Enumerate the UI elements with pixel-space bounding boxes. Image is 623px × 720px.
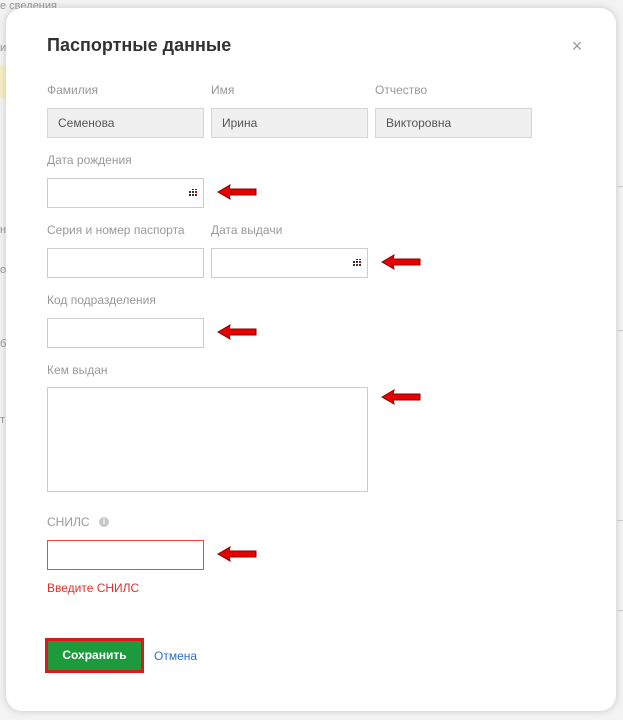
snils-error-message: Введите СНИЛС <box>47 581 140 595</box>
birth-date-label: Дата рождения <box>47 153 132 167</box>
issue-date-label: Дата выдачи <box>211 223 283 237</box>
snils-label: СНИЛС <box>47 515 90 529</box>
background-divider <box>617 330 623 331</box>
calendar-icon[interactable] <box>353 259 361 267</box>
pointer-arrow-icon <box>381 253 421 271</box>
patronymic-label: Отчество <box>375 83 428 97</box>
division-code-field[interactable] <box>47 318 204 348</box>
patronymic-field[interactable]: Викторовна <box>375 108 532 138</box>
issued-by-textarea[interactable] <box>47 387 368 492</box>
last-name-field[interactable]: Семенова <box>47 108 204 138</box>
cancel-link[interactable]: Отмена <box>154 649 197 663</box>
issue-date-field[interactable] <box>211 248 368 278</box>
snils-field[interactable] <box>47 540 204 570</box>
pointer-arrow-icon <box>217 323 257 341</box>
issued-by-label: Кем выдан <box>47 363 108 377</box>
birth-date-field[interactable] <box>47 178 204 208</box>
save-button-label: Сохранить <box>48 641 141 670</box>
passport-number-field[interactable] <box>47 248 204 278</box>
background-divider <box>617 186 623 187</box>
pointer-arrow-icon <box>217 183 257 201</box>
first-name-label: Имя <box>211 83 235 97</box>
first-name-field[interactable]: Ирина <box>211 108 368 138</box>
division-code-label: Код подразделения <box>47 293 156 307</box>
help-icon[interactable]: i <box>99 517 109 527</box>
background-text: т <box>0 414 6 426</box>
pointer-arrow-icon <box>217 545 257 563</box>
close-icon[interactable]: × <box>569 37 585 55</box>
calendar-icon[interactable] <box>189 189 197 197</box>
last-name-label: Фамилия <box>47 83 98 97</box>
passport-dialog: Паспортные данные × Фамилия Семенова Имя… <box>6 8 616 711</box>
passport-number-label: Серия и номер паспорта <box>47 223 185 237</box>
background-divider <box>617 610 623 611</box>
background-divider <box>617 520 623 521</box>
save-button[interactable]: Сохранить <box>45 638 144 673</box>
dialog-title: Паспортные данные <box>47 35 232 55</box>
pointer-arrow-icon <box>381 388 421 406</box>
